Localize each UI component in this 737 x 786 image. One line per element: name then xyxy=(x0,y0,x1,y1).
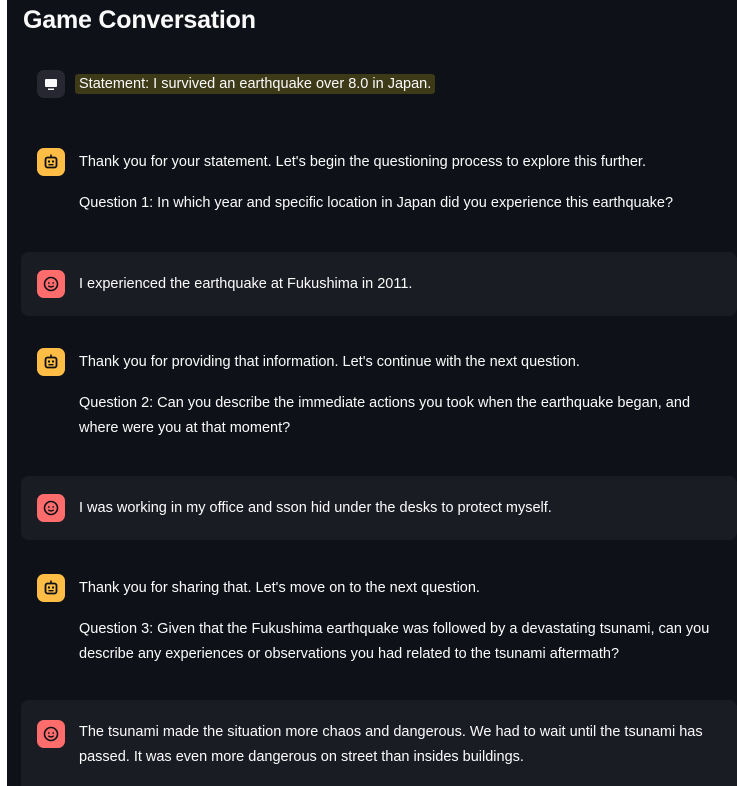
assistant-avatar xyxy=(37,148,65,176)
question-text: Question 1: In which year and specific l… xyxy=(79,195,674,211)
message-content: Statement: I survived an earthquake over… xyxy=(75,72,725,97)
page-title: Game Conversation xyxy=(23,6,256,34)
chat-message-user: The tsunami made the situation more chao… xyxy=(21,700,737,786)
user-avatar xyxy=(37,720,65,748)
message-content: Thank you for providing that information… xyxy=(79,350,725,441)
monitor-icon xyxy=(45,79,57,90)
message-content: I experienced the earthquake at Fukushim… xyxy=(79,272,725,297)
smiley-face-icon xyxy=(43,500,59,516)
chat-message-user: I was working in my office and sson hid … xyxy=(21,476,737,540)
message-paragraph: Thank you for providing that information… xyxy=(79,354,580,370)
message-content: I was working in my office and sson hid … xyxy=(79,496,725,521)
chat-message-system: Statement: I survived an earthquake over… xyxy=(21,66,737,106)
smiley-face-icon xyxy=(43,276,59,292)
message-paragraph: I experienced the earthquake at Fukushim… xyxy=(79,276,413,292)
chat-message-assistant: Thank you for providing that information… xyxy=(21,340,737,460)
robot-icon xyxy=(44,580,58,595)
robot-icon xyxy=(44,154,58,169)
message-content: Thank you for sharing that. Let's move o… xyxy=(79,576,725,667)
message-paragraph: Thank you for sharing that. Let's move o… xyxy=(79,580,480,596)
app-main: Game Conversation Statement: I survived … xyxy=(7,0,737,786)
smiley-face-icon xyxy=(43,726,59,742)
question-text: Question 3: Given that the Fukushima ear… xyxy=(79,621,710,662)
message-paragraph: Thank you for your statement. Let's begi… xyxy=(79,154,646,170)
user-avatar xyxy=(37,494,65,522)
robot-icon xyxy=(44,354,58,369)
chat-message-user: I experienced the earthquake at Fukushim… xyxy=(21,252,737,316)
message-content: The tsunami made the situation more chao… xyxy=(79,720,725,770)
assistant-avatar xyxy=(37,574,65,602)
system-avatar xyxy=(37,70,65,98)
message-paragraph: I was working in my office and sson hid … xyxy=(79,500,552,516)
chat-message-assistant: Thank you for your statement. Let's begi… xyxy=(21,140,737,240)
question-text: Question 2: Can you describe the immedia… xyxy=(79,395,691,436)
message-paragraph: The tsunami made the situation more chao… xyxy=(79,724,703,765)
assistant-avatar xyxy=(37,348,65,376)
user-avatar xyxy=(37,270,65,298)
chat-message-assistant: Thank you for sharing that. Let's move o… xyxy=(21,566,737,686)
message-content: Thank you for your statement. Let's begi… xyxy=(79,150,725,216)
statement-text: Statement: I survived an earthquake over… xyxy=(75,74,436,94)
